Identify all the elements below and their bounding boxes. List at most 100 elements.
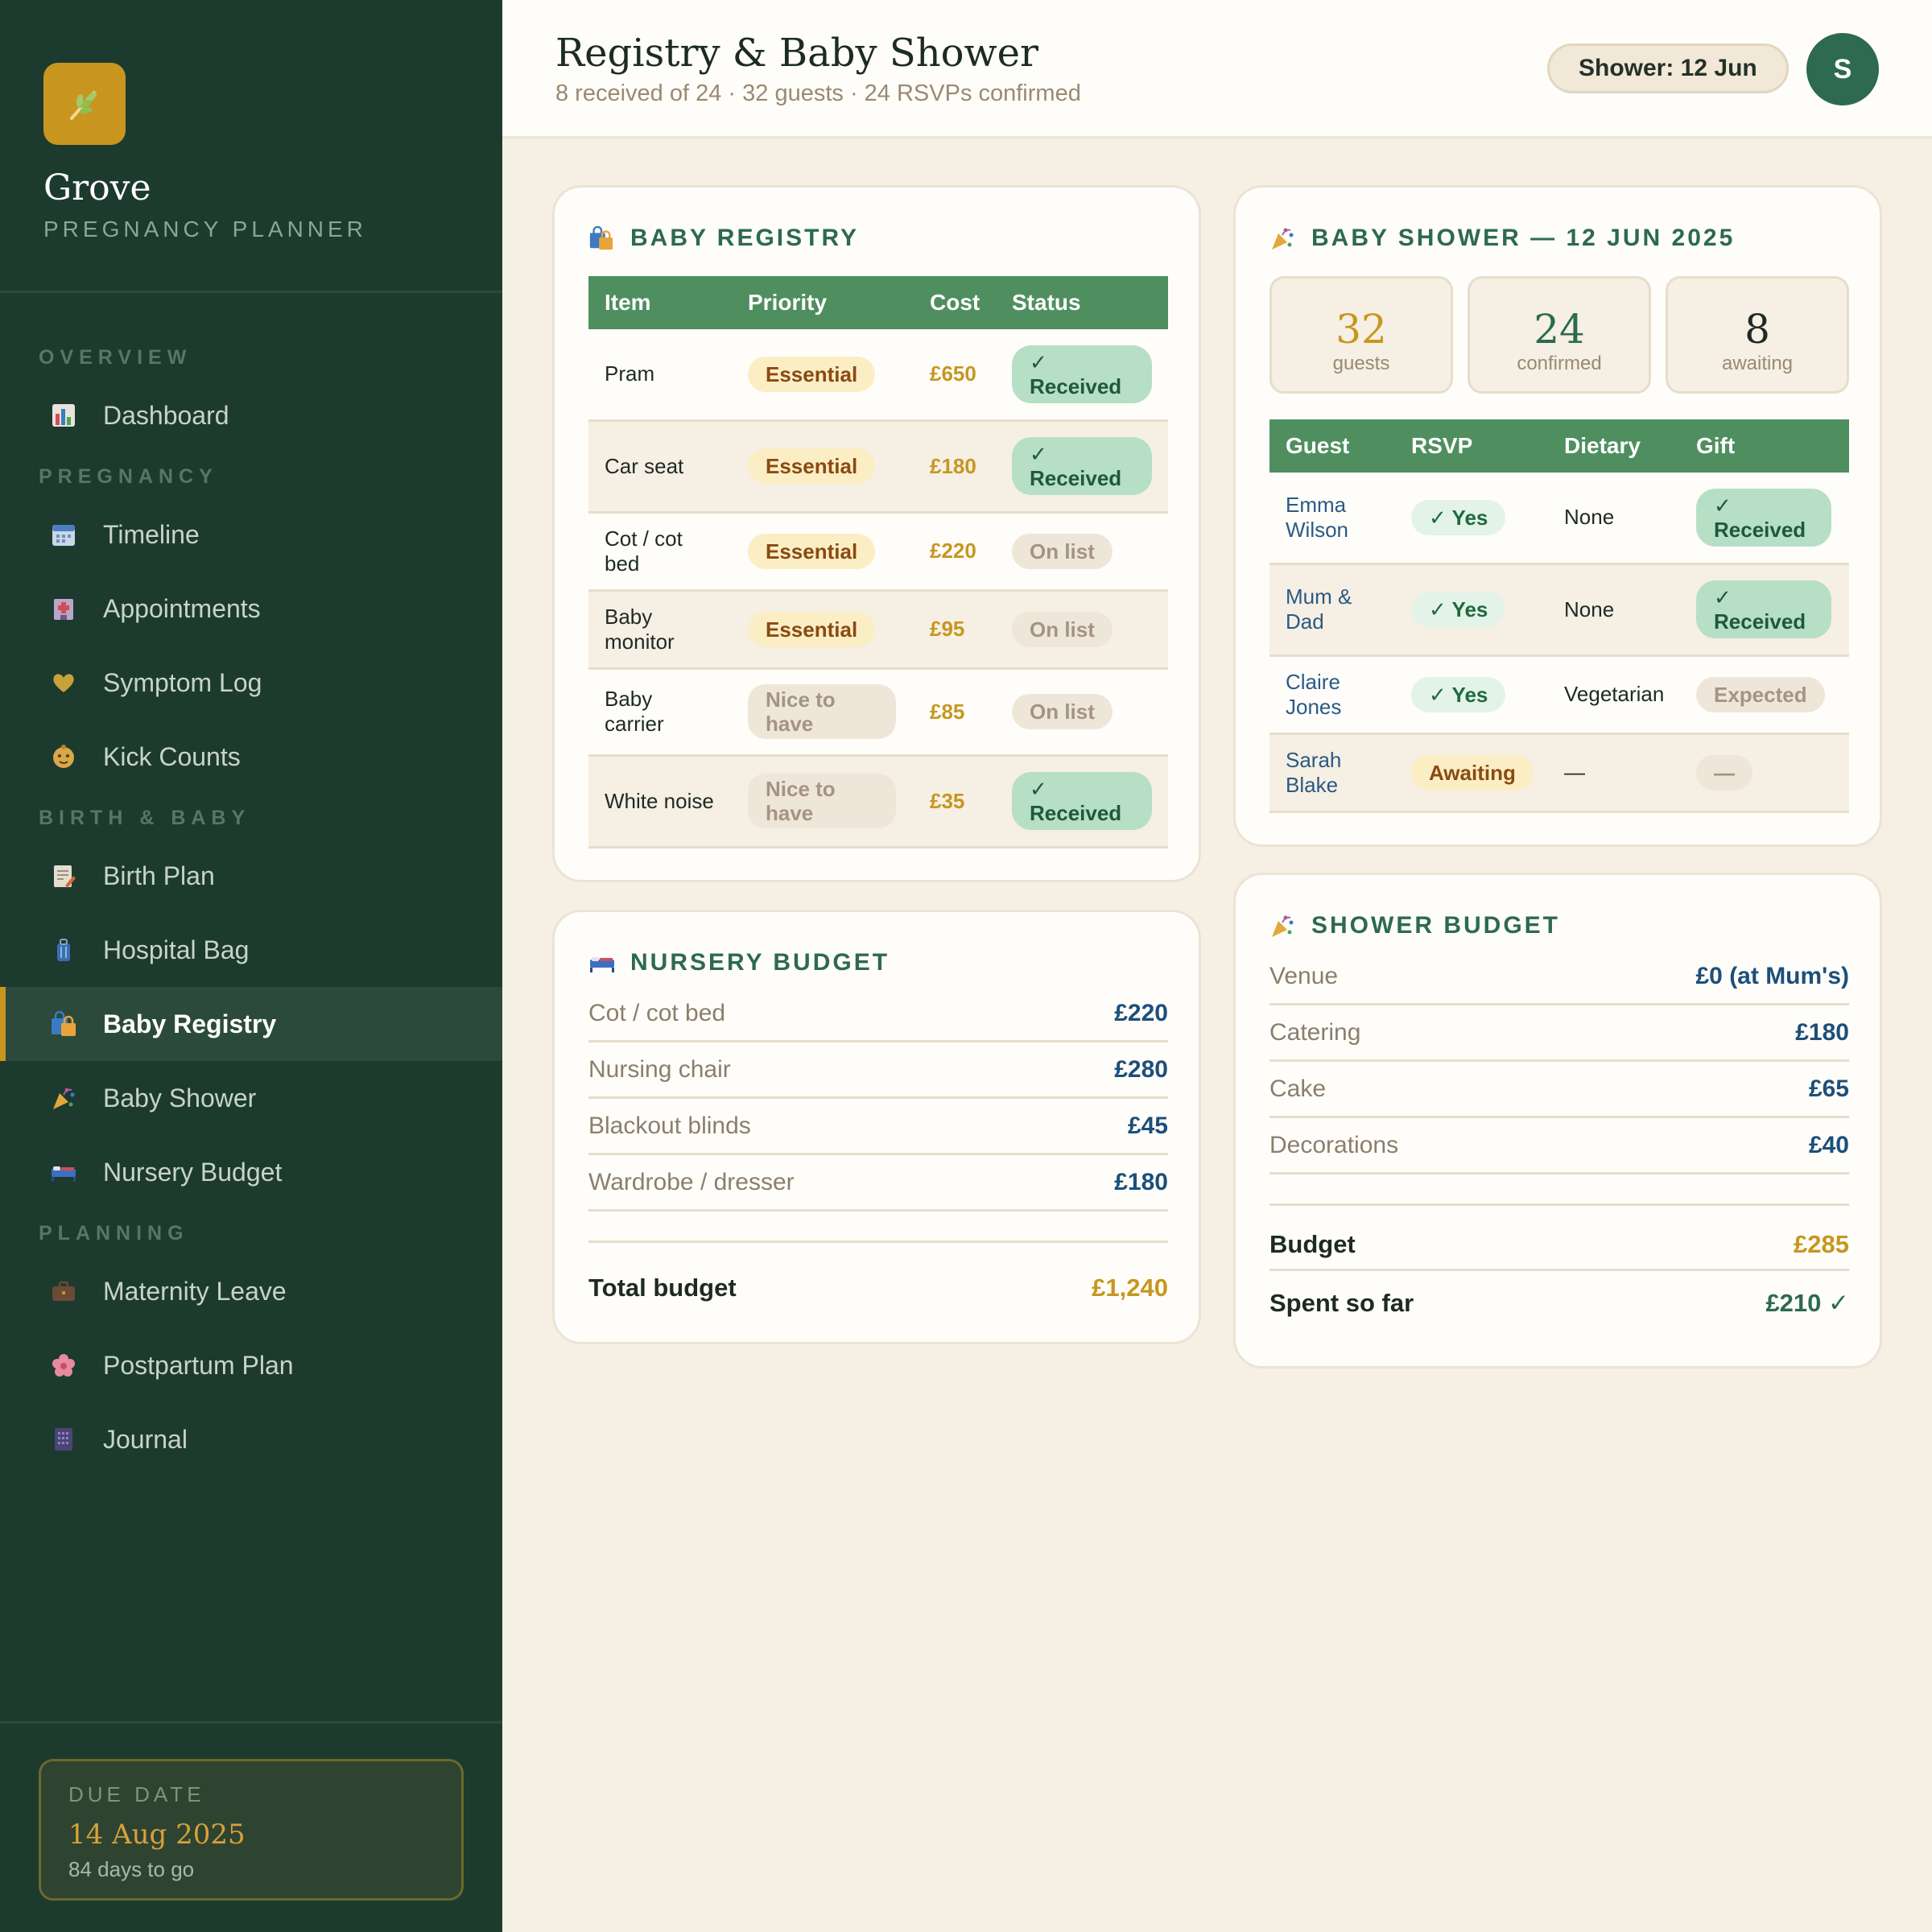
sidebar-item-dashboard[interactable]: Dashboard <box>0 378 502 452</box>
due-date-card: DUE DATE 14 Aug 2025 84 days to go <box>39 1759 464 1901</box>
briefcase-icon <box>50 1278 77 1305</box>
registry-item: Pram <box>588 329 732 422</box>
sidebar-item-baby-registry[interactable]: Baby Registry <box>0 987 502 1061</box>
budget-total-value: £285 <box>1794 1229 1849 1258</box>
baby-face-icon <box>50 743 77 770</box>
page-subtitle: 8 received of 24 · 32 guests · 24 RSVPs … <box>555 80 1081 106</box>
registry-cost: £35 <box>914 755 996 848</box>
budget-value: £280 <box>1114 1055 1168 1083</box>
leaf-logo-icon <box>43 63 126 145</box>
col-header-guest: Guest <box>1269 419 1395 473</box>
sidebar-item-label: Appointments <box>103 593 261 623</box>
priority-badge: Essential <box>748 448 876 484</box>
guest-name: Mum & Dad <box>1269 564 1395 657</box>
budget-label: Cake <box>1269 1075 1327 1102</box>
sidebar-item-kick-counts[interactable]: Kick Counts <box>0 720 502 794</box>
registry-cost: £85 <box>914 668 996 757</box>
stat-label: confirmed <box>1517 353 1602 374</box>
nursery-title-text: NURSERY BUDGET <box>630 949 890 976</box>
total-row: Total budget £1,240 <box>588 1268 1168 1308</box>
status-badge: On list <box>1012 533 1113 569</box>
sidebar-item-label: Timeline <box>103 519 200 549</box>
table-row[interactable]: Pram Essential £650 ✓ Received <box>588 329 1168 422</box>
table-row[interactable]: Baby monitor Essential £95 On list <box>588 590 1168 670</box>
col-header-dietary: Dietary <box>1548 419 1680 473</box>
budget-row: Decorations £40 <box>1269 1118 1849 1174</box>
rsvp-badge: ✓ Yes <box>1411 592 1506 627</box>
sidebar-item-nursery-budget[interactable]: Nursery Budget <box>0 1135 502 1209</box>
guest-name: Emma Wilson <box>1269 473 1395 565</box>
divider <box>588 1241 1168 1243</box>
budget-label: Nursing chair <box>588 1055 731 1083</box>
spent-value: £210 ✓ <box>1765 1289 1849 1317</box>
nursery-budget-card: NURSERY BUDGET Cot / cot bed £220 Nursin… <box>552 910 1201 1344</box>
stat-value: 8 <box>1744 306 1770 353</box>
budget-total-row: Budget £285 <box>1269 1220 1849 1271</box>
nav-section-pregnancy: PREGNANCY <box>39 465 218 488</box>
table-row[interactable]: Baby carrier Nice to have £85 On list <box>588 668 1168 757</box>
registry-item: White noise <box>588 755 732 848</box>
budget-value: £0 (at Mum's) <box>1695 962 1849 989</box>
spent-label: Spent so far <box>1269 1289 1414 1317</box>
party-popper-icon <box>1269 225 1297 252</box>
due-date-panel: DUE DATE 14 Aug 2025 84 days to go <box>0 1721 502 1932</box>
rsvp-badge: Awaiting <box>1411 754 1534 791</box>
sidebar-item-appointments[interactable]: Appointments <box>0 572 502 646</box>
status-badge: On list <box>1012 694 1113 729</box>
sidebar-item-hospital-bag[interactable]: Hospital Bag <box>0 913 502 987</box>
budget-label: Catering <box>1269 1018 1361 1046</box>
sidebar-item-postpartum-plan[interactable]: Postpartum Plan <box>0 1328 502 1402</box>
due-date-label: DUE DATE <box>68 1782 205 1806</box>
budget-label: Decorations <box>1269 1131 1399 1158</box>
table-row[interactable]: Cot / cot bed Essential £220 On list <box>588 512 1168 592</box>
sidebar-item-label: Baby Shower <box>103 1083 257 1113</box>
stat-value: 24 <box>1534 306 1585 353</box>
avatar[interactable]: S <box>1806 33 1879 105</box>
budget-total-label: Budget <box>1269 1229 1356 1258</box>
hospital-icon <box>50 595 77 622</box>
status-badge: ✓ Received <box>1012 345 1152 403</box>
bed-icon <box>50 1158 77 1186</box>
dietary-value: None <box>1548 473 1680 565</box>
sidebar-item-label: Hospital Bag <box>103 935 250 964</box>
table-row[interactable]: White noise Nice to have £35 ✓ Received <box>588 755 1168 848</box>
registry-item: Baby monitor <box>588 590 732 670</box>
table-row[interactable]: Car seat Essential £180 ✓ Received <box>588 420 1168 514</box>
sidebar-item-timeline[interactable]: Timeline <box>0 497 502 572</box>
shower-budget-title-text: SHOWER BUDGET <box>1311 912 1560 939</box>
registry-cost: £220 <box>914 512 996 592</box>
registry-item: Baby carrier <box>588 668 732 757</box>
table-row[interactable]: Claire Jones ✓ Yes Vegetarian Expected <box>1269 655 1849 735</box>
budget-value: £40 <box>1808 1131 1849 1158</box>
dietary-value: — <box>1548 733 1680 813</box>
table-row[interactable]: Sarah Blake Awaiting — — <box>1269 733 1849 813</box>
due-date-remaining: 84 days to go <box>68 1857 195 1881</box>
sidebar-item-label: Kick Counts <box>103 741 241 771</box>
sidebar-item-journal[interactable]: Journal <box>0 1402 502 1476</box>
registry-cost: £180 <box>914 420 996 514</box>
rsvp-badge: ✓ Yes <box>1411 499 1506 535</box>
nav-section-overview: OVERVIEW <box>39 346 192 369</box>
sidebar-item-maternity-leave[interactable]: Maternity Leave <box>0 1254 502 1328</box>
sidebar-item-symptom-log[interactable]: Symptom Log <box>0 646 502 720</box>
bar-chart-icon <box>50 402 77 429</box>
sidebar-item-birth-plan[interactable]: Birth Plan <box>0 839 502 913</box>
table-row[interactable]: Mum & Dad ✓ Yes None ✓ Received <box>1269 564 1849 657</box>
budget-row: Venue £0 (at Mum's) <box>1269 949 1849 1005</box>
sidebar-item-label: Maternity Leave <box>103 1276 287 1306</box>
sidebar-item-label: Journal <box>103 1424 188 1454</box>
budget-label: Blackout blinds <box>588 1112 751 1139</box>
brand-name: Grove <box>43 167 151 208</box>
budget-label: Venue <box>1269 962 1339 989</box>
shower-date-badge[interactable]: Shower: 12 Jun <box>1547 43 1789 93</box>
nav-section-planning: PLANNING <box>39 1222 189 1245</box>
sidebar-item-label: Postpartum Plan <box>103 1350 294 1380</box>
priority-badge: Nice to have <box>748 684 896 739</box>
sidebar-item-baby-shower[interactable]: Baby Shower <box>0 1061 502 1135</box>
total-value: £1,240 <box>1092 1274 1168 1302</box>
shower-budget-card: SHOWER BUDGET Venue £0 (at Mum's) Cateri… <box>1233 873 1882 1368</box>
table-row[interactable]: Emma Wilson ✓ Yes None ✓ Received <box>1269 473 1849 565</box>
top-header: Registry & Baby Shower 8 received of 24 … <box>502 0 1932 138</box>
col-header-cost: Cost <box>914 276 996 329</box>
registry-header-row: Item Priority Cost Status <box>588 276 1168 329</box>
